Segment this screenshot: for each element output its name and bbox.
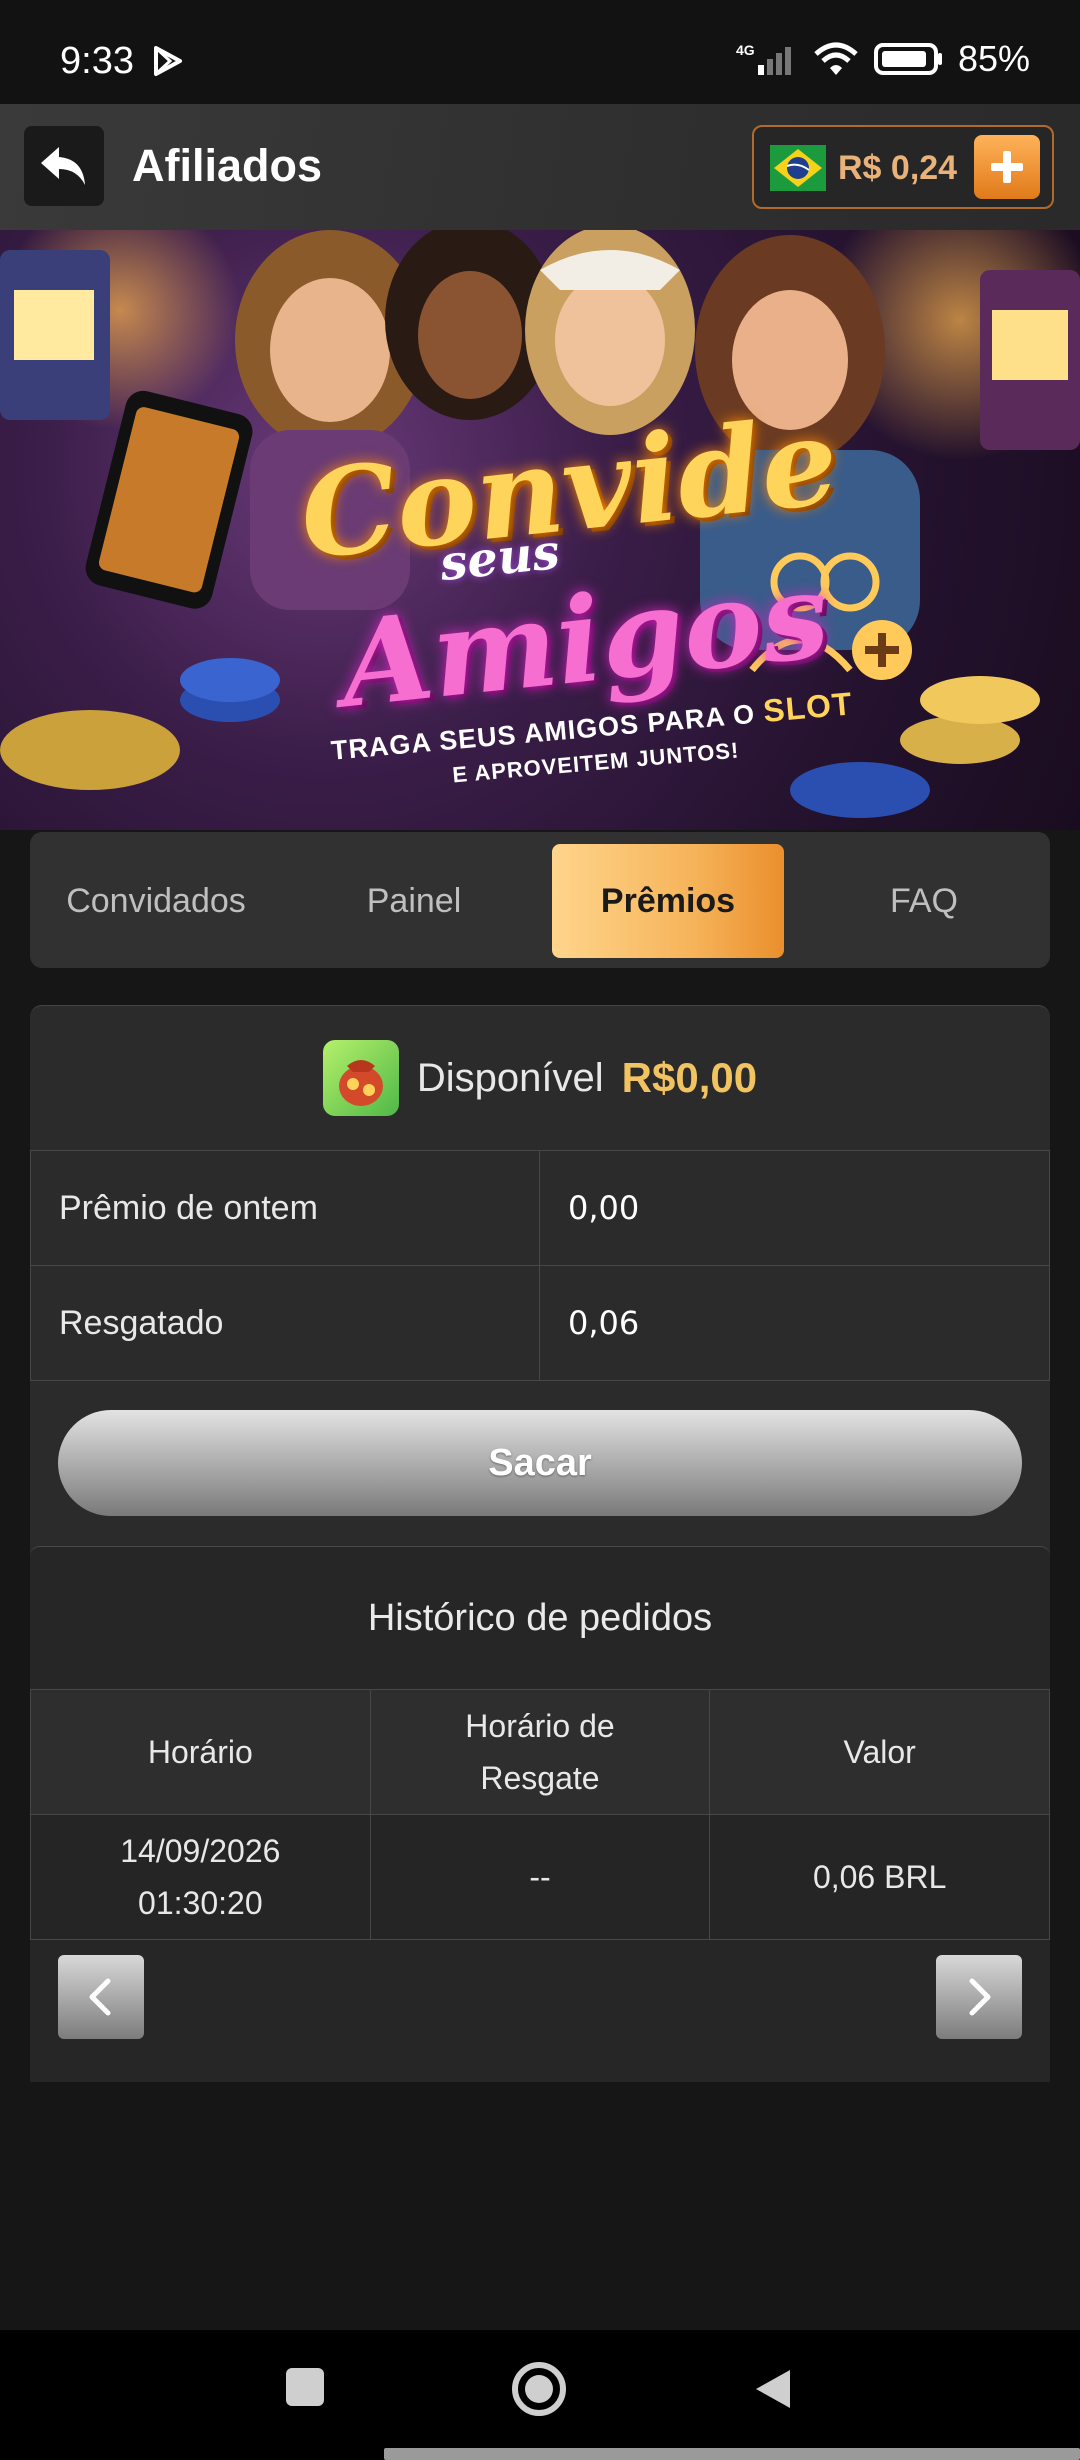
history-table: Horário Horário de Resgate Valor 14/09/2… [30,1689,1050,1940]
brazil-flag-icon [770,145,826,191]
recents-button[interactable] [284,2366,326,2413]
page-title: Afiliados [132,140,323,191]
table-row: Prêmio de ontem 0,00 [30,1150,1050,1266]
signal-icon: 4G [736,42,791,75]
svg-text:4G: 4G [736,42,755,58]
back-button[interactable] [24,126,104,206]
withdraw-button[interactable]: Sacar [58,1410,1022,1516]
order-history: Histórico de pedidos Horário Horário de … [30,1546,1050,2082]
chevron-left-icon [89,1978,111,2016]
available-balance: Disponível R$0,00 [30,1006,1050,1150]
reward-stats-table: Prêmio de ontem 0,00 Resgatado 0,06 [30,1150,1050,1381]
table-row: 14/09/2026 01:30:20 -- 0,06 BRL [30,1814,1050,1940]
cell-value: 0,06 BRL [709,1814,1050,1940]
reward-bag-icon [322,1040,399,1116]
triangle-back-icon [756,2370,790,2408]
tab-painel[interactable]: Painel [298,844,530,958]
gesture-indicator [384,2448,1080,2460]
invite-friends-banner: Convide seus Amigos TRAGA SEUS AMIGOS PA… [0,230,1080,830]
column-header-text: Horário de Resgate [465,1708,615,1796]
next-page-button[interactable] [936,1955,1022,2039]
stat-label: Resgatado [30,1265,540,1381]
app-header: Afiliados R$ 0,24 [0,104,1080,230]
stat-label: Prêmio de ontem [30,1150,540,1266]
available-label: Disponível [416,1055,604,1100]
circle-icon [512,2362,566,2416]
status-time: 9:33 [60,40,134,82]
banner-subtitle-highlight: SLOT [761,685,854,729]
wallet-balance[interactable]: R$ 0,24 [752,125,1054,209]
back-arrow-icon [41,147,85,185]
column-header: Horário de Resgate [369,1689,711,1815]
battery-percent: 85% [957,38,1030,79]
column-header: Valor [709,1689,1050,1815]
deposit-button[interactable] [974,135,1040,199]
cell-time: 14/09/2026 01:30:20 [30,1814,371,1940]
balance-amount: R$ 0,24 [838,149,958,187]
tab-faq[interactable]: FAQ [808,844,1040,958]
prev-page-button[interactable] [58,1955,144,2039]
tab-premios[interactable]: Prêmios [552,844,784,958]
plus-icon [991,151,1023,183]
chevron-right-icon [969,1978,991,2016]
square-icon [286,2368,324,2406]
battery-icon [873,43,942,75]
system-nav-bar [0,2330,1080,2460]
history-title: Histórico de pedidos [367,1596,713,1639]
available-amount: R$0,00 [621,1054,758,1101]
column-header: Horário [30,1689,371,1815]
table-header-row: Horário Horário de Resgate Valor [30,1689,1050,1815]
stat-value: 0,06 [539,1265,1050,1381]
rewards-card: Disponível R$0,00 Prêmio de ontem 0,00 R… [30,1005,1050,2082]
play-store-icon [154,46,182,76]
tab-convidados[interactable]: Convidados [40,844,272,958]
affiliate-tabs: Convidados Painel Prêmios FAQ [30,832,1050,968]
cell-time-text: 14/09/2026 01:30:20 [120,1833,281,1921]
back-nav-button[interactable] [752,2366,794,2417]
table-row: Resgatado 0,06 [30,1265,1050,1381]
stat-value: 0,00 [539,1150,1050,1266]
status-bar: 9:33 4G 85% [0,0,1080,104]
status-icons: 4G 85% [736,38,1030,80]
cell-redeem-time: -- [369,1814,711,1940]
wifi-icon [814,42,858,75]
home-button[interactable] [510,2360,568,2423]
